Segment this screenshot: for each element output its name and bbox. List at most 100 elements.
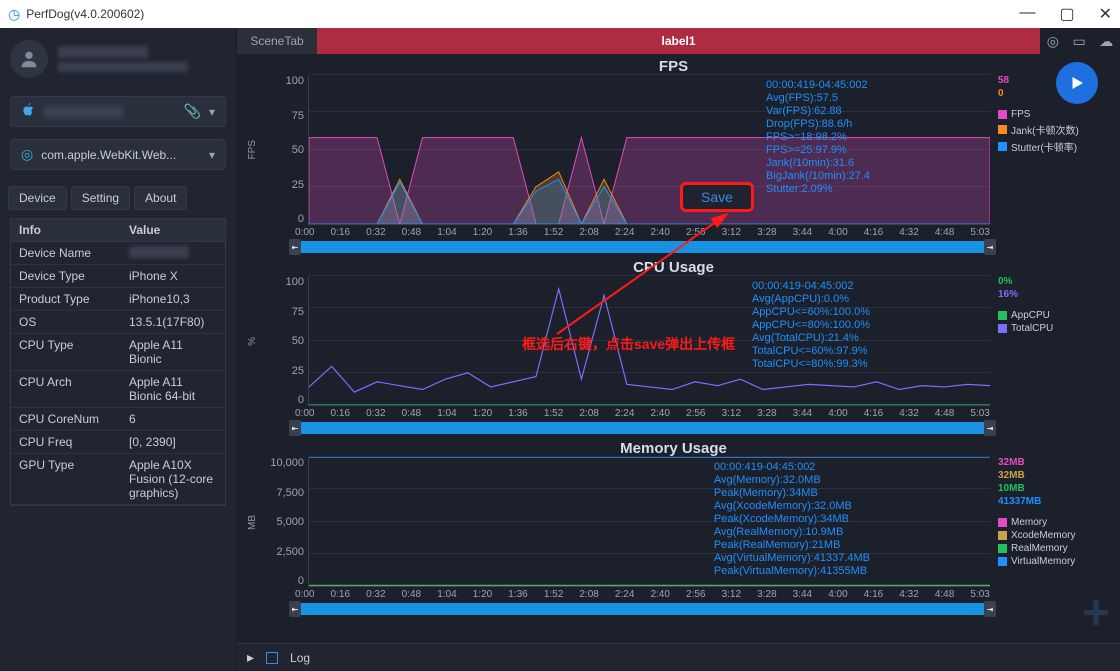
chevron-down-icon[interactable]: ▾ [209,105,215,119]
slider-handle-left[interactable]: ⇤ [289,601,301,617]
table-row: CPU Freq[0, 2390] [11,431,225,454]
info-key: CPU CoreNum [11,408,121,430]
window-title: PerfDog(v4.0.200602) [26,7,144,21]
info-key: CPU Type [11,334,121,370]
table-row: Product TypeiPhone10,3 [11,288,225,311]
chart-plot[interactable]: 00:00:419-04:45:002Avg(Memory):32.0MBPea… [308,457,990,587]
user-row [0,28,236,90]
title-bar[interactable]: ◷ PerfDog(v4.0.200602) — ▢ ✕ [0,0,1120,28]
tab-about[interactable]: About [134,186,187,210]
device-selector[interactable]: 📎 ▾ [10,96,226,127]
expand-icon[interactable]: ▸ [247,649,254,666]
info-value: 13.5.1(17F80) [121,311,225,333]
slider-handle-right[interactable]: ⇥ [984,601,996,617]
device-info-table: Info Value Device NameDevice TypeiPhone … [10,218,226,506]
target-icon: ◎ [21,146,33,163]
info-value: 6 [121,408,225,430]
main-content: SceneTab label1 ◎ ▭ ☁ Save 框选后右键，点击save弹… [237,28,1120,671]
current-value: 16% [998,289,1100,300]
table-row: CPU CoreNum6 [11,408,225,431]
info-key: CPU Arch [11,371,121,407]
info-value: Apple A10X Fusion (12-core graphics) [121,454,225,504]
scenetab-btn[interactable]: SceneTab [237,28,317,54]
app-selector-label: com.apple.WebKit.Web... [41,148,176,162]
slider-handle-left[interactable]: ⇤ [289,239,301,255]
x-axis: 0:000:160:320:481:041:201:361:522:082:24… [295,408,990,419]
legend-item[interactable]: TotalCPU [998,323,1100,334]
slider-handle-left[interactable]: ⇤ [289,420,301,436]
info-key: GPU Type [11,454,121,504]
current-value: 32MB [998,457,1100,468]
table-row: OS13.5.1(17F80) [11,311,225,334]
table-row: Device TypeiPhone X [11,265,225,288]
app-logo-icon: ◷ [8,6,20,23]
legend-item[interactable]: Memory [998,517,1100,528]
current-value: 32MB [998,470,1100,481]
slider-handle-right[interactable]: ⇥ [984,239,996,255]
annotation-arrow [537,204,777,344]
app-selector[interactable]: ◎ com.apple.WebKit.Web... ▾ [10,139,226,170]
current-value: 10MB [998,483,1100,494]
info-value: iPhone X [121,265,225,287]
info-key: Device Type [11,265,121,287]
legend-item[interactable]: Jank(卡顿次数) [998,122,1100,137]
chart-memory-usage: Memory UsageMB10,0007,5005,0002,500000:0… [247,440,1100,615]
current-value: 0% [998,276,1100,287]
info-header-key: Info [11,219,121,241]
y-axis-label: % [247,337,258,346]
chart-title: Memory Usage [247,440,1100,457]
legend-item[interactable]: Stutter(卡顿率) [998,139,1100,154]
table-row: CPU ArchApple A11 Bionic 64-bit [11,371,225,408]
chart-title: FPS [247,58,1100,75]
apple-icon [21,103,35,120]
y-axis-label: MB [247,515,258,530]
folder-icon[interactable]: ▭ [1072,33,1085,50]
time-slider[interactable]: ⇤⇥ [295,422,990,434]
legend-item[interactable]: VirtualMemory [998,556,1100,567]
save-button[interactable]: Save [680,182,754,212]
info-value: iPhone10,3 [121,288,225,310]
time-slider[interactable]: ⇤⇥ [295,603,990,615]
locate-icon[interactable]: ◎ [1047,33,1059,50]
info-header-value: Value [121,219,225,241]
log-checkbox[interactable] [266,652,278,664]
tab-setting[interactable]: Setting [71,186,130,210]
minimize-icon[interactable]: — [1019,4,1035,24]
info-value: Apple A11 Bionic [121,334,225,370]
legend-item[interactable]: XcodeMemory [998,530,1100,541]
chart-plot[interactable]: 00:00:419-04:45:002Avg(FPS):57.5Var(FPS)… [308,75,990,225]
legend-item[interactable]: RealMemory [998,543,1100,554]
pin-icon[interactable]: 📎 [184,103,201,120]
chevron-down-icon[interactable]: ▾ [209,148,215,162]
info-key: Device Name [11,242,121,264]
avatar[interactable] [10,40,48,78]
plus-watermark-icon: + [1082,586,1110,641]
tab-device[interactable]: Device [8,186,67,210]
annotation-text: 框选后右键，点击save弹出上传框 [522,334,735,354]
chart-stats: 00:00:419-04:45:002Avg(FPS):57.5Var(FPS)… [766,79,870,196]
info-value: Apple A11 Bionic 64-bit [121,371,225,407]
info-key: OS [11,311,121,333]
info-value [121,242,225,264]
bottom-bar: ▸ Log [237,643,1120,671]
scene-label[interactable]: label1 [317,28,1040,54]
maximize-icon[interactable]: ▢ [1059,4,1074,24]
legend-item[interactable]: AppCPU [998,310,1100,321]
play-button[interactable] [1056,62,1098,104]
info-value: [0, 2390] [121,431,225,453]
slider-handle-right[interactable]: ⇥ [984,420,996,436]
table-row: GPU TypeApple A10X Fusion (12-core graph… [11,454,225,505]
legend-item[interactable]: FPS [998,109,1100,120]
info-key: Product Type [11,288,121,310]
y-axis-label: FPS [247,140,258,159]
info-key: CPU Freq [11,431,121,453]
table-row: Device Name [11,242,225,265]
cloud-icon[interactable]: ☁ [1099,33,1113,50]
table-row: CPU TypeApple A11 Bionic [11,334,225,371]
log-label: Log [290,651,310,665]
sidebar: 📎 ▾ ◎ com.apple.WebKit.Web... ▾ Device S… [0,28,237,671]
x-axis: 0:000:160:320:481:041:201:361:522:082:24… [295,589,990,600]
current-value: 41337MB [998,496,1100,507]
chart-stats: 00:00:419-04:45:002Avg(Memory):32.0MBPea… [714,461,870,578]
close-icon[interactable]: ✕ [1099,4,1112,24]
